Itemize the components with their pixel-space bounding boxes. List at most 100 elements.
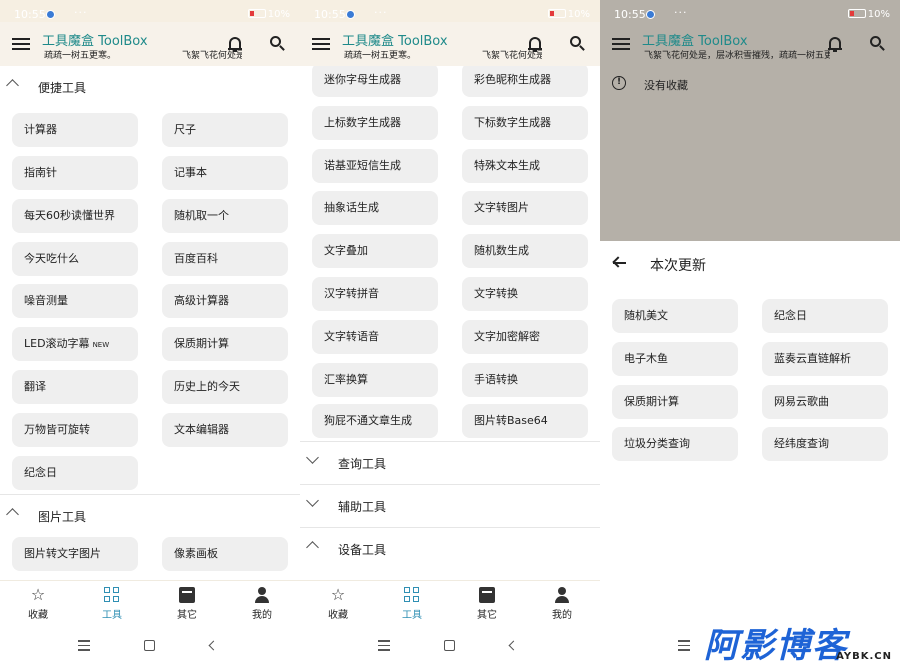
tool-button[interactable]: 图片转文字图片 bbox=[12, 537, 138, 571]
tool-button[interactable]: 随机数生成 bbox=[462, 234, 588, 268]
chevron-up-icon bbox=[6, 79, 19, 92]
chevron-up-icon bbox=[306, 541, 319, 554]
person-icon bbox=[254, 587, 270, 603]
recent-apps-icon[interactable] bbox=[678, 640, 690, 654]
tool-button[interactable]: 手语转换 bbox=[462, 363, 588, 397]
back-icon[interactable] bbox=[508, 640, 519, 651]
recent-apps-icon[interactable] bbox=[378, 640, 390, 654]
tool-button[interactable]: 历史上的今天 bbox=[162, 370, 288, 404]
tool-button[interactable]: 今天吃什么 bbox=[12, 242, 138, 276]
chevron-up-icon bbox=[6, 508, 19, 521]
tool-button[interactable]: 每天60秒读懂世界 bbox=[12, 199, 138, 233]
status-time: 10:55 bbox=[614, 8, 646, 21]
tool-button[interactable]: 特殊文本生成 bbox=[462, 149, 588, 183]
back-icon[interactable] bbox=[208, 640, 219, 651]
bell-icon[interactable] bbox=[828, 36, 842, 52]
star-icon: ☆ bbox=[30, 585, 46, 604]
tool-button[interactable]: 计算器 bbox=[12, 113, 138, 147]
tool-button[interactable]: 翻译 bbox=[12, 370, 138, 404]
update-item[interactable]: 纪念日 bbox=[762, 299, 888, 333]
menu-icon[interactable] bbox=[312, 38, 330, 50]
update-item[interactable]: 随机美文 bbox=[612, 299, 738, 333]
menu-icon[interactable] bbox=[612, 38, 630, 50]
update-item[interactable]: 蓝奏云直链解析 bbox=[762, 342, 888, 376]
tool-list: 便捷工具 计算器 尺子 指南针 记事本 每天60秒读懂世界 随机取一个 今天吃什… bbox=[0, 66, 300, 586]
tool-button[interactable]: 文字转换 bbox=[462, 277, 588, 311]
status-more: ··· bbox=[74, 6, 88, 19]
tool-button[interactable]: 万物皆可旋转 bbox=[12, 413, 138, 447]
update-item[interactable]: 垃圾分类查询 bbox=[612, 427, 738, 461]
tool-button[interactable]: 记事本 bbox=[162, 156, 288, 190]
chevron-down-icon bbox=[306, 494, 319, 507]
search-icon[interactable] bbox=[870, 36, 886, 52]
menu-icon[interactable] bbox=[12, 38, 30, 50]
section-header-convenience[interactable]: 便捷工具 bbox=[0, 66, 300, 108]
battery-icon bbox=[847, 9, 866, 18]
tool-button-led[interactable]: LED滚动字幕 NEW bbox=[12, 327, 138, 361]
tool-button[interactable]: 文字转图片 bbox=[462, 191, 588, 225]
tool-button[interactable]: 百度百科 bbox=[162, 242, 288, 276]
nav-mine[interactable]: 我的 bbox=[232, 587, 292, 621]
section-header-assist[interactable]: 辅助工具 bbox=[300, 485, 600, 527]
bell-icon[interactable] bbox=[228, 36, 242, 52]
tool-button[interactable]: 汉字转拼音 bbox=[312, 277, 438, 311]
nav-mine[interactable]: 我的 bbox=[532, 587, 592, 621]
update-item[interactable]: 网易云歌曲 bbox=[762, 385, 888, 419]
app-title: 工具魔盒 ToolBox bbox=[42, 34, 148, 49]
tool-button[interactable]: 文本编辑器 bbox=[162, 413, 288, 447]
nav-tools[interactable]: 工具 bbox=[382, 587, 442, 621]
nav-favorites[interactable]: ☆ 收藏 bbox=[308, 587, 368, 622]
home-icon[interactable] bbox=[144, 640, 155, 651]
app-title: 工具魔盒 ToolBox bbox=[642, 34, 748, 49]
app-subtitle: 疏疏一树五更寒。 bbox=[344, 51, 417, 61]
tool-button[interactable]: 上标数字生成器 bbox=[312, 106, 438, 140]
tool-button[interactable]: 指南针 bbox=[12, 156, 138, 190]
search-icon[interactable] bbox=[570, 36, 586, 52]
tool-button[interactable]: 图片转Base64 bbox=[462, 404, 588, 438]
tool-button[interactable]: 尺子 bbox=[162, 113, 288, 147]
convenience-tools-grid: 计算器 尺子 指南针 记事本 每天60秒读懂世界 随机取一个 今天吃什么 百度百… bbox=[0, 108, 300, 494]
dimmed-background[interactable]: 10:55 ··· 10% 工具魔盒 ToolBox 飞絮飞花何处是，层冰积雪摧… bbox=[600, 0, 900, 241]
tool-button[interactable]: 像素画板 bbox=[162, 537, 288, 571]
status-time: 10:55 bbox=[14, 8, 46, 21]
text-tools-grid: 迷你字母生成器 彩色昵称生成器 上标数字生成器 下标数字生成器 诺基亚短信生成 … bbox=[300, 66, 600, 438]
search-icon[interactable] bbox=[270, 36, 286, 52]
update-item[interactable]: 电子木鱼 bbox=[612, 342, 738, 376]
home-icon[interactable] bbox=[444, 640, 455, 651]
bottom-nav: ☆ 收藏 工具 其它 我的 bbox=[0, 580, 300, 626]
tool-button[interactable]: 彩色昵称生成器 bbox=[462, 66, 588, 97]
tool-button[interactable]: 随机取一个 bbox=[162, 199, 288, 233]
battery-status: 10% bbox=[547, 8, 590, 20]
update-item[interactable]: 经纬度查询 bbox=[762, 427, 888, 461]
notification-dot-icon bbox=[646, 10, 655, 19]
tool-button[interactable]: 下标数字生成器 bbox=[462, 106, 588, 140]
apps-icon bbox=[104, 587, 120, 603]
tool-button[interactable]: 诺基亚短信生成 bbox=[312, 149, 438, 183]
tool-button[interactable]: 保质期计算 bbox=[162, 327, 288, 361]
app-bar: 工具魔盒 ToolBox 疏疏一树五更寒。 飞絮飞花何处是 bbox=[0, 22, 300, 66]
tool-button[interactable]: 狗屁不通文章生成 bbox=[312, 404, 438, 438]
tool-button[interactable]: 噪音测量 bbox=[12, 284, 138, 318]
tool-button[interactable]: 文字转语音 bbox=[312, 320, 438, 354]
tool-button[interactable]: 高级计算器 bbox=[162, 284, 288, 318]
section-header-query[interactable]: 查询工具 bbox=[300, 442, 600, 484]
tool-button[interactable]: 纪念日 bbox=[12, 456, 138, 490]
tool-button[interactable]: 抽象话生成 bbox=[312, 191, 438, 225]
update-item[interactable]: 保质期计算 bbox=[612, 385, 738, 419]
bell-icon[interactable] bbox=[528, 36, 542, 52]
recent-apps-icon[interactable] bbox=[78, 640, 90, 654]
tool-button[interactable]: 文字叠加 bbox=[312, 234, 438, 268]
app-subtitle: 疏疏一树五更寒。 bbox=[44, 51, 117, 61]
other-icon bbox=[479, 587, 495, 603]
nav-favorites[interactable]: ☆ 收藏 bbox=[8, 585, 68, 622]
nav-other[interactable]: 其它 bbox=[157, 587, 217, 621]
tool-button[interactable]: 文字加密解密 bbox=[462, 320, 588, 354]
nav-other[interactable]: 其它 bbox=[457, 587, 517, 621]
arrow-back-icon[interactable] bbox=[612, 256, 626, 269]
tool-button[interactable]: 迷你字母生成器 bbox=[312, 66, 438, 97]
new-badge: NEW bbox=[92, 341, 110, 349]
section-header-image[interactable]: 图片工具 bbox=[0, 495, 300, 537]
nav-tools[interactable]: 工具 bbox=[82, 587, 142, 621]
section-header-device[interactable]: 设备工具 bbox=[300, 528, 600, 570]
tool-button[interactable]: 汇率换算 bbox=[312, 363, 438, 397]
